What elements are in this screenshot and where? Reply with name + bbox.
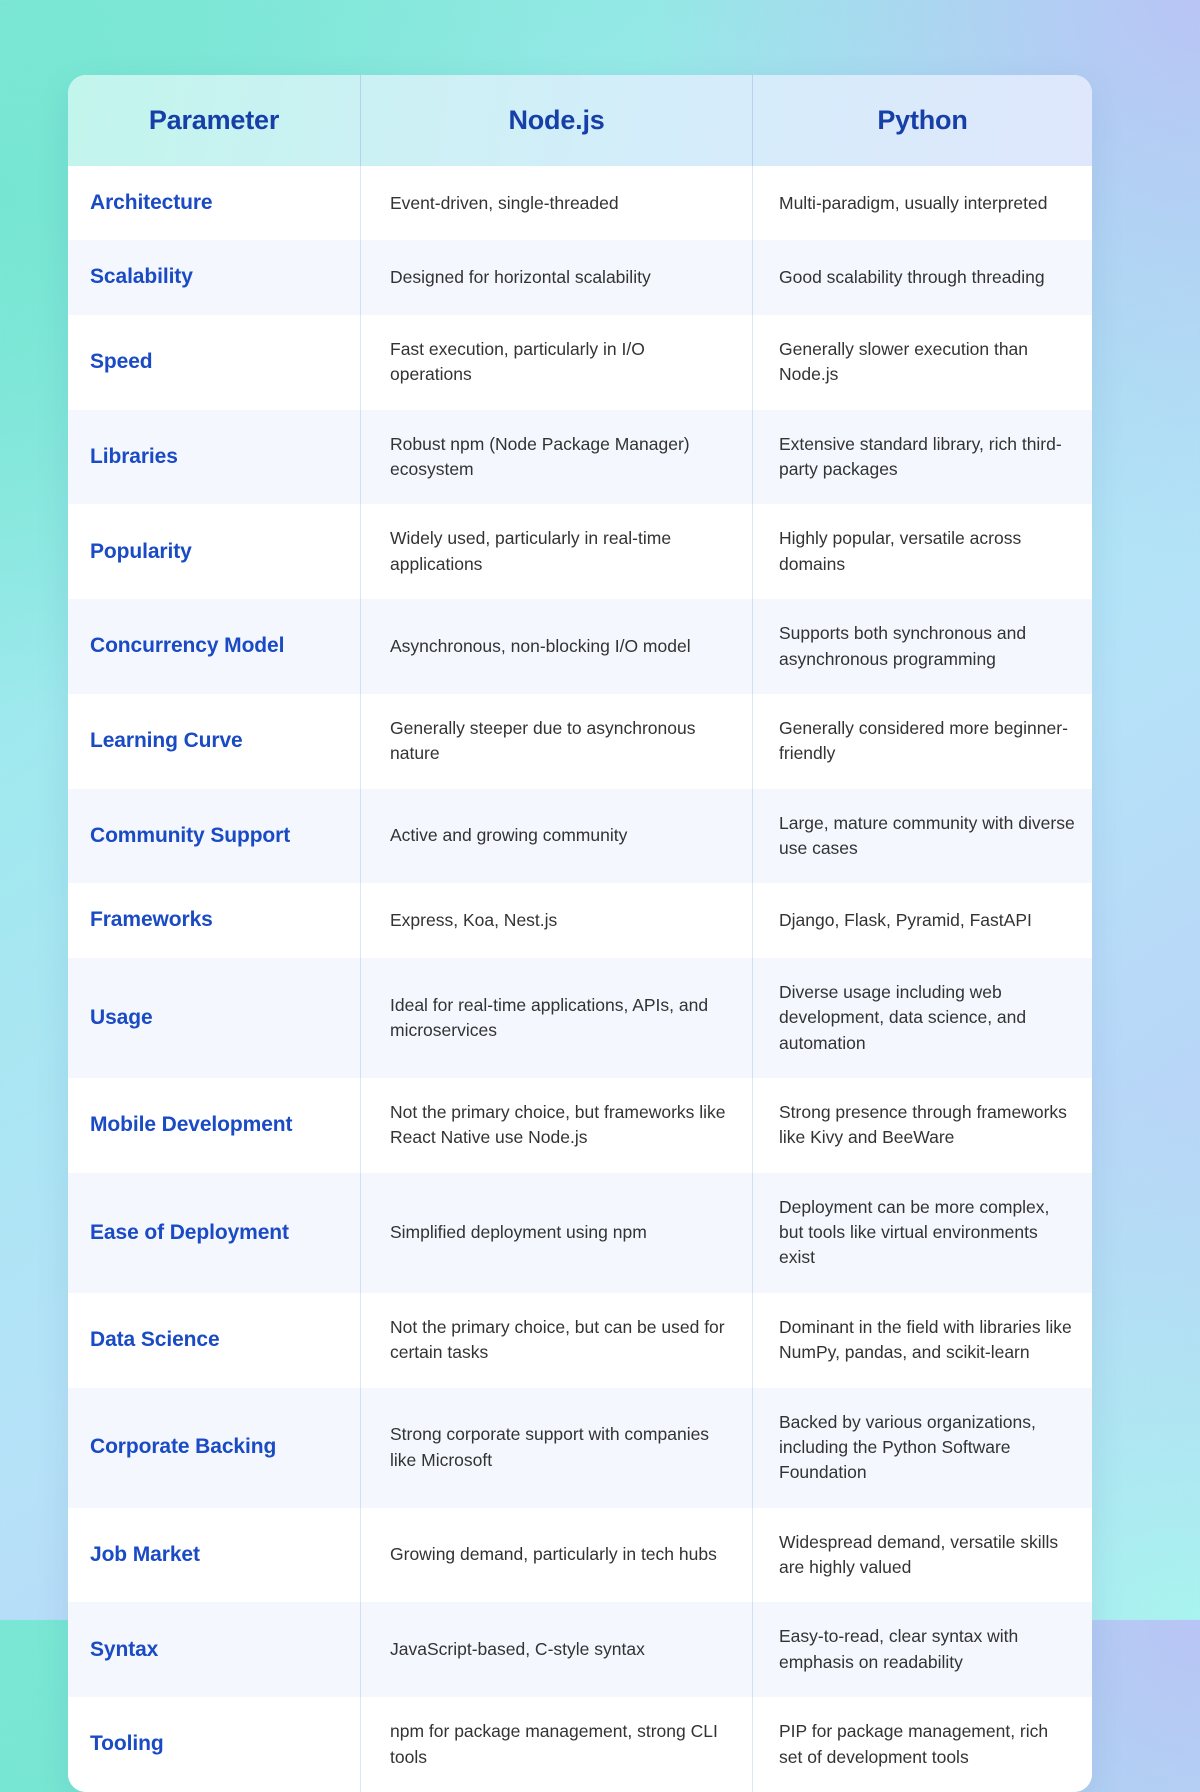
cell-python: Widespread demand, versatile skills are …: [752, 1507, 1092, 1603]
cell-python: Strong presence through frameworks like …: [752, 1077, 1092, 1173]
cell-parameter: Ease of Deployment: [90, 1220, 289, 1244]
cell-python: Dominant in the field with libraries lik…: [752, 1292, 1092, 1388]
table-row: Ease of Deployment Simplified deployment …: [68, 1172, 1092, 1293]
table-row: Popularity Widely used, particularly in r…: [68, 504, 1092, 600]
table-row: Corporate Backing Strong corporate suppor…: [68, 1387, 1092, 1508]
table-row: Scalability Designed for horizontal scala…: [68, 240, 1092, 315]
cell-parameter: Community Support: [90, 823, 291, 847]
cell-parameter: Concurrency Model: [90, 634, 285, 658]
cell-parameter: Syntax: [90, 1637, 159, 1661]
cell-python: Generally slower execution than Node.js: [752, 314, 1092, 410]
cell-parameter: Corporate Backing: [90, 1435, 277, 1459]
cell-parameter: Job Market: [90, 1542, 200, 1566]
cell-nodejs: Fast execution, particularly in I/O oper…: [360, 314, 752, 410]
cell-nodejs: Strong corporate support with companies …: [360, 1387, 752, 1508]
cell-parameter: Mobile Development: [90, 1113, 293, 1137]
cell-python: Good scalability through threading: [752, 240, 1092, 315]
table-row: Libraries Robust npm (Node Package Manage…: [68, 409, 1092, 505]
column-header-python: Python: [752, 75, 1092, 166]
table-body: Architecture Event-driven, single-threade…: [68, 166, 1092, 1792]
cell-nodejs: Not the primary choice, but frameworks l…: [360, 1077, 752, 1173]
cell-parameter: Usage: [90, 1005, 153, 1029]
column-header-parameter: Parameter: [148, 105, 280, 135]
table-row: Frameworks Express, Koa, Nest.js Django, F…: [68, 883, 1092, 958]
table-row: Tooling npm for package management, stron…: [68, 1697, 1092, 1792]
cell-python: PIP for package management, rich set of …: [752, 1697, 1092, 1792]
table-header-row: Parameter Node.js Python: [68, 75, 1092, 166]
cell-parameter: Scalability: [90, 265, 193, 289]
cell-nodejs: Asynchronous, non-blocking I/O model: [360, 599, 752, 694]
cell-nodejs: npm for package management, strong CLI t…: [360, 1697, 752, 1792]
cell-nodejs: Generally steeper due to asynchronous na…: [360, 693, 752, 789]
column-header-nodejs: Node.js: [360, 75, 752, 166]
cell-parameter: Data Science: [90, 1327, 220, 1351]
cell-python: Extensive standard library, rich third-p…: [752, 409, 1092, 505]
cell-parameter: Frameworks: [90, 908, 213, 932]
cell-parameter: Popularity: [90, 539, 192, 563]
cell-python: Diverse usage including web development,…: [752, 957, 1092, 1078]
cell-python: Django, Flask, Pyramid, FastAPI: [752, 883, 1092, 958]
table-row: Concurrency Model Asynchronous, non-block…: [68, 599, 1092, 694]
table-row: Mobile Development Not the primary choice…: [68, 1077, 1092, 1173]
cell-parameter: Speed: [90, 350, 153, 374]
cell-nodejs: Robust npm (Node Package Manager) ecosys…: [360, 409, 752, 505]
cell-nodejs: Simplified deployment using npm: [360, 1172, 752, 1293]
table-row: Learning Curve Generally steeper due to a…: [68, 693, 1092, 789]
cell-nodejs: Widely used, particularly in real-time a…: [360, 504, 752, 600]
cell-python: Supports both synchronous and asynchrono…: [752, 599, 1092, 694]
cell-python: Highly popular, versatile across domains: [752, 504, 1092, 600]
cell-nodejs: Ideal for real-time applications, APIs, …: [360, 957, 752, 1078]
comparison-table-card: Parameter Node.js Python Architecture Eve…: [68, 75, 1092, 1792]
cell-nodejs: Growing demand, particularly in tech hub…: [360, 1507, 752, 1603]
table-row: Usage Ideal for real-time applications, A…: [68, 957, 1092, 1078]
table-row: Syntax JavaScript-based, C-style syntax Ea…: [68, 1602, 1092, 1698]
cell-nodejs: Event-driven, single-threaded: [360, 166, 752, 241]
cell-python: Large, mature community with diverse use…: [752, 788, 1092, 884]
cell-nodejs: JavaScript-based, C-style syntax: [360, 1602, 752, 1698]
cell-parameter: Libraries: [90, 444, 178, 468]
table-row: Architecture Event-driven, single-threade…: [68, 166, 1092, 241]
cell-python: Easy-to-read, clear syntax with emphasis…: [752, 1602, 1092, 1698]
cell-parameter: Architecture: [90, 191, 213, 214]
cell-python: Backed by various organizations, includi…: [752, 1387, 1092, 1508]
table-row: Community Support Active and growing comm…: [68, 788, 1092, 884]
cell-python: Deployment can be more complex, but tool…: [752, 1172, 1092, 1293]
table-row: Job Market Growing demand, particularly i…: [68, 1507, 1092, 1603]
cell-nodejs: Not the primary choice, but can be used …: [360, 1292, 752, 1388]
cell-parameter: Learning Curve: [90, 729, 243, 753]
cell-nodejs: Active and growing community: [360, 788, 752, 884]
page-background: Parameter Node.js Python Architecture Eve…: [0, 0, 1200, 1792]
table-row: Data Science Not the primary choice, but …: [68, 1292, 1092, 1388]
cell-parameter: Tooling: [90, 1732, 164, 1756]
cell-python: Generally considered more beginner-frien…: [752, 693, 1092, 789]
cell-nodejs: Designed for horizontal scalability: [360, 240, 752, 315]
cell-python: Multi-paradigm, usually interpreted: [752, 166, 1092, 241]
cell-nodejs: Express, Koa, Nest.js: [360, 883, 752, 958]
table-row: Speed Fast execution, particularly in I/O…: [68, 314, 1092, 410]
